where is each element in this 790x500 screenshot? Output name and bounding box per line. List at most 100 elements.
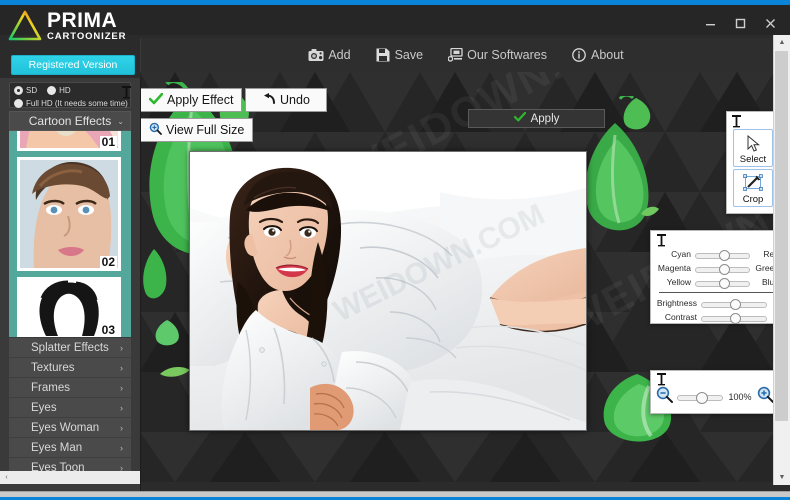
crop-tool-button[interactable]: Crop xyxy=(733,169,773,207)
brightness-slider[interactable] xyxy=(701,298,767,310)
toolbar-our-softwares-button[interactable]: Our Softwares xyxy=(443,45,551,65)
toolbar-save-button[interactable]: Save xyxy=(371,45,428,65)
apps-icon xyxy=(447,47,463,63)
magenta-green-slider[interactable] xyxy=(695,263,750,275)
minimize-button[interactable] xyxy=(696,12,724,34)
check-icon xyxy=(513,111,526,125)
zoom-slider[interactable] xyxy=(677,392,723,404)
toolbar-add-button[interactable]: Add xyxy=(304,45,354,65)
view-full-size-button[interactable]: View Full Size xyxy=(140,118,254,142)
zoom-level-label: 100% xyxy=(728,392,752,402)
apply-button[interactable]: Apply xyxy=(468,109,605,128)
contrast-slider[interactable] xyxy=(701,312,767,324)
color-adjustment-panel: Cyan Red Magenta Green Yellow Blue Brigh… xyxy=(650,230,780,324)
thumbnail-number: 03 xyxy=(99,323,117,337)
view-full-size-row: View Full Size xyxy=(140,118,254,142)
main-toolbar: Add Save Our Softwares About xyxy=(140,38,790,73)
category-eyes[interactable]: Eyes › xyxy=(9,398,131,418)
close-button[interactable] xyxy=(756,12,784,34)
application-window: PRIMA CARTOONIZER Registered Version Add xyxy=(0,0,790,500)
maximize-button[interactable] xyxy=(726,12,754,34)
view-full-size-label: View Full Size xyxy=(166,123,245,137)
scroll-up-arrow-icon[interactable]: ▲ xyxy=(774,35,790,50)
quality-radio-sd[interactable] xyxy=(14,86,23,95)
cursor-arrow-icon xyxy=(746,132,761,154)
chevron-right-icon: › xyxy=(120,402,123,413)
pin-icon[interactable] xyxy=(732,115,741,131)
toolbar-about-button[interactable]: About xyxy=(567,45,628,65)
action-button-row: Apply Effect Undo xyxy=(140,88,328,112)
category-eyes-man[interactable]: Eyes Man › xyxy=(9,438,131,458)
magnifier-icon xyxy=(149,122,162,138)
yellow-blue-slider[interactable] xyxy=(695,277,750,289)
effect-thumbnail-item[interactable]: 01 xyxy=(17,131,121,151)
logo-primary-text: PRIMA xyxy=(47,9,118,33)
category-label: Eyes Woman xyxy=(31,421,100,434)
scroll-left-arrow-icon[interactable]: ‹ xyxy=(0,471,13,484)
undo-label: Undo xyxy=(280,93,310,107)
cartoonized-photo: WEIDOWN.COM xyxy=(190,152,586,430)
main-vertical-scrollbar[interactable]: ▲ ▼ xyxy=(773,35,790,485)
category-label: Eyes Man xyxy=(31,441,83,454)
yellow-blue-slider-row: Yellow Blue xyxy=(651,275,779,289)
thumbnail-number: 02 xyxy=(99,255,117,269)
tools-panel: Select Crop xyxy=(726,111,780,214)
leaf-decoration-sprout-left xyxy=(160,366,190,377)
check-icon xyxy=(148,92,164,108)
panel-divider xyxy=(659,292,773,293)
sidebar-horizontal-scrollbar[interactable]: ‹ xyxy=(0,471,140,484)
chevron-down-icon: ⌄ xyxy=(117,116,124,126)
brightness-label: Brightness xyxy=(656,298,697,308)
pin-icon[interactable] xyxy=(122,86,131,102)
image-canvas-preview[interactable]: WEIDOWN.COM xyxy=(189,151,587,431)
effect-thumbnail-list[interactable]: 01 02 03 xyxy=(9,131,131,337)
category-splatter-effects[interactable]: Splatter Effects › xyxy=(9,338,131,358)
camera-icon xyxy=(308,47,324,63)
window-controls xyxy=(696,12,784,34)
toolbar-add-label: Add xyxy=(328,48,351,62)
scroll-down-arrow-icon[interactable]: ▼ xyxy=(774,470,790,485)
crop-tool-label: Crop xyxy=(742,194,764,205)
leaf-decoration-small-left xyxy=(155,320,179,346)
category-textures[interactable]: Textures › xyxy=(9,358,131,378)
quality-radio-hd[interactable] xyxy=(47,86,57,95)
registered-version-badge[interactable]: Registered Version xyxy=(11,55,135,75)
pin-icon[interactable] xyxy=(657,373,666,389)
undo-button[interactable]: Undo xyxy=(245,88,328,112)
info-icon xyxy=(571,47,587,63)
logo-secondary-text: CARTOONIZER xyxy=(47,31,127,43)
category-label: Eyes xyxy=(31,401,57,414)
chevron-right-icon: › xyxy=(120,362,123,373)
left-sidebar: SD HD Full HD (It needs some time) Carto… xyxy=(0,78,141,492)
cyan-red-slider[interactable] xyxy=(695,249,750,261)
zoom-panel: 100% xyxy=(650,370,780,414)
toolbar-our-softwares-label: Our Softwares xyxy=(467,48,547,62)
cartoon-effects-dropdown[interactable]: Cartoon Effects ⌄ xyxy=(9,111,131,131)
category-frames[interactable]: Frames › xyxy=(9,378,131,398)
quality-label-sd: SD xyxy=(26,86,38,95)
category-label: Textures xyxy=(31,361,75,374)
effect-thumbnail-item[interactable]: 03 xyxy=(17,277,121,337)
select-tool-label: Select xyxy=(739,154,767,165)
logo-wordmark: PRIMA CARTOONIZER xyxy=(47,10,126,42)
pin-icon[interactable] xyxy=(657,234,666,250)
contrast-label: Contrast xyxy=(664,312,697,322)
quality-radio-fullhd[interactable] xyxy=(14,99,23,108)
magnifier-minus-icon[interactable] xyxy=(656,386,673,408)
effect-thumbnail-item[interactable]: 02 xyxy=(17,157,121,271)
apply-effect-label: Apply Effect xyxy=(167,93,234,107)
chevron-right-icon: › xyxy=(120,382,123,393)
select-tool-button[interactable]: Select xyxy=(733,129,773,167)
toolbar-save-label: Save xyxy=(394,48,424,62)
category-eyes-woman[interactable]: Eyes Woman › xyxy=(9,418,131,438)
cyan-red-slider-row: Cyan Red xyxy=(651,247,779,261)
toolbar-about-label: About xyxy=(590,48,624,62)
floppy-disk-icon xyxy=(375,47,391,63)
category-label: Splatter Effects xyxy=(31,341,109,354)
magnifier-plus-icon[interactable] xyxy=(757,386,774,408)
scrollbar-thumb[interactable] xyxy=(775,51,788,421)
apply-effect-button[interactable]: Apply Effect xyxy=(140,88,243,112)
app-logo: PRIMA CARTOONIZER xyxy=(8,6,138,46)
cyan-label: Cyan xyxy=(671,249,691,259)
quality-label-fullhd: Full HD (It needs some time) xyxy=(26,99,128,108)
